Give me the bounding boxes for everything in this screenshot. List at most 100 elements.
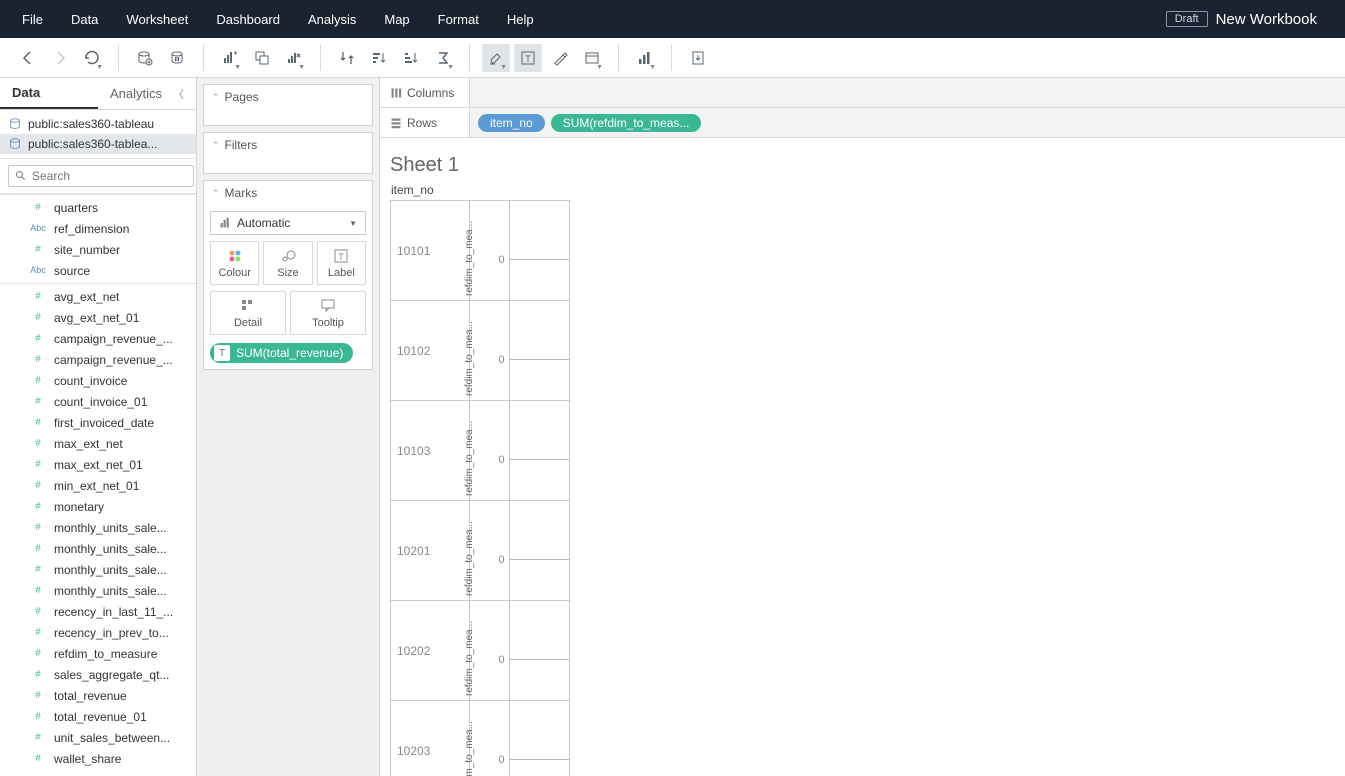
tab-analytics[interactable]: Analytics〈 xyxy=(98,78,196,109)
field-total_revenue[interactable]: total_revenue xyxy=(0,685,196,706)
field-monthly_units_sale-[interactable]: monthly_units_sale... xyxy=(0,559,196,580)
menu-worksheet[interactable]: Worksheet xyxy=(112,2,202,37)
bar-cell[interactable] xyxy=(510,401,569,501)
fit-button[interactable]: ▼ xyxy=(578,44,606,72)
field-ref_dimension[interactable]: ref_dimension xyxy=(0,218,196,239)
cards-column: ⌃Pages ⌃Filters ⌃Marks Automatic▼ Colour… xyxy=(197,78,380,776)
number-icon xyxy=(28,480,48,491)
datasource-item[interactable]: public:sales360-tablea... xyxy=(0,134,196,154)
data-pane: Data Analytics〈 public:sales360-tableaup… xyxy=(0,78,197,776)
number-icon xyxy=(28,354,48,365)
field-total_revenue_01[interactable]: total_revenue_01 xyxy=(0,706,196,727)
field-campaign_revenue_-[interactable]: campaign_revenue_... xyxy=(0,349,196,370)
field-monthly_units_sale-[interactable]: monthly_units_sale... xyxy=(0,538,196,559)
field-max_ext_net_01[interactable]: max_ext_net_01 xyxy=(0,454,196,475)
field-sales_aggregate_qt-[interactable]: sales_aggregate_qt... xyxy=(0,664,196,685)
number-icon xyxy=(28,711,48,722)
size-button[interactable]: Size xyxy=(263,241,312,285)
field-monthly_units_sale-[interactable]: monthly_units_sale... xyxy=(0,517,196,538)
field-site_number[interactable]: site_number xyxy=(0,239,196,260)
mark-type-selector[interactable]: Automatic▼ xyxy=(210,211,366,235)
pages-card[interactable]: ⌃Pages xyxy=(203,84,373,126)
menu-analysis[interactable]: Analysis xyxy=(294,2,370,37)
row-header: 10102 xyxy=(391,301,469,401)
tab-data[interactable]: Data xyxy=(0,78,98,109)
duplicate-button[interactable] xyxy=(248,44,276,72)
field-avg_ext_net_01[interactable]: avg_ext_net_01 xyxy=(0,307,196,328)
new-datasource-button[interactable] xyxy=(131,44,159,72)
field-max_ext_net[interactable]: max_ext_net xyxy=(0,433,196,454)
menu-map[interactable]: Map xyxy=(370,2,423,37)
field-quarters[interactable]: quarters xyxy=(0,197,196,218)
field-monthly_units_sale-[interactable]: monthly_units_sale... xyxy=(0,580,196,601)
row-header: 10202 xyxy=(391,601,469,701)
datasource-item[interactable]: public:sales360-tableau xyxy=(0,114,196,134)
menu-data[interactable]: Data xyxy=(57,2,112,37)
sort-asc-button[interactable] xyxy=(365,44,393,72)
field-count_invoice[interactable]: count_invoice xyxy=(0,370,196,391)
totals-button[interactable]: ▼ xyxy=(429,44,457,72)
number-icon xyxy=(28,417,48,428)
field-count_invoice_01[interactable]: count_invoice_01 xyxy=(0,391,196,412)
field-monetary[interactable]: monetary xyxy=(0,496,196,517)
revert-button[interactable]: ▼ xyxy=(78,44,106,72)
number-icon xyxy=(28,459,48,470)
bar-cell[interactable] xyxy=(510,701,569,776)
workbook-name[interactable]: New Workbook xyxy=(1216,11,1317,28)
field-first_invoiced_date[interactable]: first_invoiced_date xyxy=(0,412,196,433)
download-button[interactable] xyxy=(684,44,712,72)
bar-cell[interactable] xyxy=(510,301,569,401)
forward-button[interactable] xyxy=(46,44,74,72)
new-worksheet-button[interactable]: ▼ xyxy=(216,44,244,72)
back-button[interactable] xyxy=(14,44,42,72)
clear-button[interactable]: ▼ xyxy=(280,44,308,72)
menu-help[interactable]: Help xyxy=(493,2,548,37)
sort-desc-button[interactable] xyxy=(397,44,425,72)
mark-pill-total-revenue[interactable]: TSUM(total_revenue) xyxy=(210,343,353,363)
swap-button[interactable] xyxy=(333,44,361,72)
format-button[interactable] xyxy=(546,44,574,72)
tooltip-button[interactable]: Tooltip xyxy=(290,291,366,335)
search-input[interactable] xyxy=(8,165,194,187)
bar-cell[interactable] xyxy=(510,201,569,301)
field-source[interactable]: source xyxy=(0,260,196,281)
collapse-pane-icon[interactable]: 〈 xyxy=(173,86,184,102)
number-icon xyxy=(28,522,48,533)
menu-dashboard[interactable]: Dashboard xyxy=(202,2,294,37)
label-button-mark[interactable]: TLabel xyxy=(317,241,366,285)
marks-card: ⌃Marks Automatic▼ Colour Size TLabel Det… xyxy=(203,180,373,370)
number-icon xyxy=(28,501,48,512)
field-refdim_to_measure[interactable]: refdim_to_measure xyxy=(0,643,196,664)
pill-SUM-refdim_to_meas-[interactable]: SUM(refdim_to_meas... xyxy=(551,114,702,132)
workbook-title-area: Draft New Workbook xyxy=(1166,11,1317,28)
highlight-button[interactable]: ▼ xyxy=(482,44,510,72)
colour-button[interactable]: Colour xyxy=(210,241,259,285)
sheet-title[interactable]: Sheet 1 xyxy=(390,152,1335,183)
menu-format[interactable]: Format xyxy=(424,2,493,37)
number-icon xyxy=(28,564,48,575)
bar-cell[interactable] xyxy=(510,501,569,601)
number-icon xyxy=(28,291,48,302)
pill-item_no[interactable]: item_no xyxy=(478,114,545,132)
row-header: 10203 xyxy=(391,701,469,776)
viz-grid[interactable]: 101011010210103102011020210203 0refdim_t… xyxy=(390,200,570,776)
size-icon xyxy=(280,248,296,264)
field-min_ext_net_01[interactable]: min_ext_net_01 xyxy=(0,475,196,496)
menu-file[interactable]: File xyxy=(8,2,57,37)
field-wallet_share[interactable]: wallet_share xyxy=(0,748,196,769)
rows-shelf[interactable]: Rows item_noSUM(refdim_to_meas... xyxy=(380,108,1345,138)
bar-cell[interactable] xyxy=(510,601,569,701)
field-unit_sales_between-[interactable]: unit_sales_between... xyxy=(0,727,196,748)
string-icon xyxy=(28,223,48,234)
colour-icon xyxy=(227,248,243,264)
field-recency_in_prev_to-[interactable]: recency_in_prev_to... xyxy=(0,622,196,643)
pause-updates-button[interactable] xyxy=(163,44,191,72)
columns-shelf[interactable]: Columns xyxy=(380,78,1345,108)
label-button[interactable]: T xyxy=(514,44,542,72)
filters-card[interactable]: ⌃Filters xyxy=(203,132,373,174)
field-recency_in_last_11_-[interactable]: recency_in_last_11_... xyxy=(0,601,196,622)
field-campaign_revenue_-[interactable]: campaign_revenue_... xyxy=(0,328,196,349)
detail-button[interactable]: Detail xyxy=(210,291,286,335)
field-avg_ext_net[interactable]: avg_ext_net xyxy=(0,286,196,307)
show-me-button[interactable]: ▼ xyxy=(631,44,659,72)
